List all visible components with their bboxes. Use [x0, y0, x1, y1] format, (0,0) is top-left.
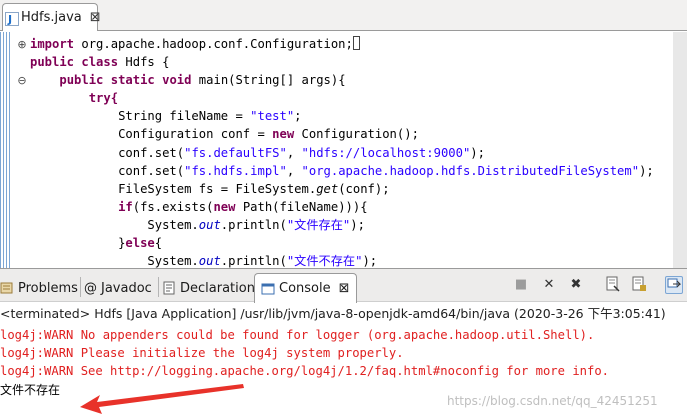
console-status-line: <terminated> Hdfs [Java Application] /us… — [0, 306, 666, 321]
code-line: }else{ — [118, 236, 163, 251]
tab-console[interactable]: Console ⊠ — [254, 273, 357, 303]
code-line: conf.set("fs.hdfs.impl", "org.apache.had… — [118, 163, 654, 178]
code-line: try{ — [88, 91, 119, 106]
editor-tab-hdfs-java[interactable]: J Hdfs.java ⊠ — [2, 3, 101, 31]
at-sign-icon: @ — [84, 281, 97, 296]
tab-label: Javadoc — [101, 280, 152, 296]
close-icon[interactable]: ⊠ — [339, 281, 350, 296]
remove-launch-icon[interactable]: ✕ — [540, 276, 558, 294]
fold-collapse-icon[interactable]: ⊖ — [17, 75, 27, 86]
fold-expand-icon[interactable]: ⊕ — [17, 39, 27, 50]
code-line: String fileName = "test"; — [118, 109, 302, 124]
tab-separator — [80, 277, 81, 297]
watermark-text: https://blog.csdn.net/qq_42451251 — [447, 394, 658, 408]
java-file-icon: J — [5, 11, 19, 26]
code-line: FileSystem fs = FileSystem.get(conf); — [118, 181, 390, 196]
tab-label: Declaration — [180, 280, 255, 296]
tab-problems[interactable]: Problems — [0, 275, 78, 301]
tab-declaration[interactable]: Declaration — [162, 275, 255, 301]
svg-text:J: J — [7, 13, 12, 26]
code-line: Configuration conf = new Configuration()… — [118, 127, 419, 142]
editor-vertical-scrollbar[interactable] — [673, 32, 687, 268]
close-icon[interactable]: ⊠ — [90, 10, 101, 25]
annotation-arrow-icon — [80, 384, 244, 414]
code-line: public static void main(String[] args){ — [59, 73, 346, 88]
tab-separator — [158, 277, 159, 297]
tab-label: Problems — [18, 280, 78, 296]
code-line: conf.set("fs.defaultFS", "hdfs://localho… — [118, 145, 485, 160]
code-line: if(fs.exists(new Path(fileName))){ — [118, 199, 368, 214]
cursor-marker — [352, 36, 360, 50]
editor-tab-label: Hdfs.java — [21, 10, 82, 25]
code-line: public class Hdfs { — [30, 55, 170, 70]
tab-label: Console — [279, 281, 331, 296]
console-icon — [261, 282, 275, 296]
code-text[interactable]: import org.apache.hadoop.conf.Configurat… — [30, 35, 654, 270]
editor-gutter — [0, 32, 12, 268]
declaration-icon — [162, 281, 176, 295]
terminate-icon[interactable]: ■ — [512, 276, 530, 294]
code-editor[interactable]: J Hdfs.java ⊠ ⊕ ⊖ import org.apache.hado… — [0, 0, 687, 268]
console-line: log4j:WARN Please initialize the log4j s… — [0, 346, 404, 361]
code-line: System.out.println("文件不存在"); — [147, 254, 378, 269]
problems-icon — [0, 281, 14, 295]
scroll-lock-icon[interactable] — [630, 276, 648, 294]
clear-console-icon[interactable] — [604, 276, 622, 294]
editor-tab-bar: J Hdfs.java ⊠ — [0, 0, 687, 31]
remove-all-terminated-icon[interactable]: ✖ — [567, 276, 585, 294]
pin-console-icon[interactable] — [665, 276, 683, 294]
console-line: log4j:WARN See http://logging.apache.org… — [0, 364, 610, 379]
code-line: System.out.println("文件存在"); — [147, 217, 365, 232]
tab-javadoc[interactable]: @ Javadoc — [84, 275, 152, 301]
console-line: log4j:WARN No appenders could be found f… — [0, 328, 595, 342]
code-line: import org.apache.hadoop.conf.Configurat… — [30, 36, 360, 51]
